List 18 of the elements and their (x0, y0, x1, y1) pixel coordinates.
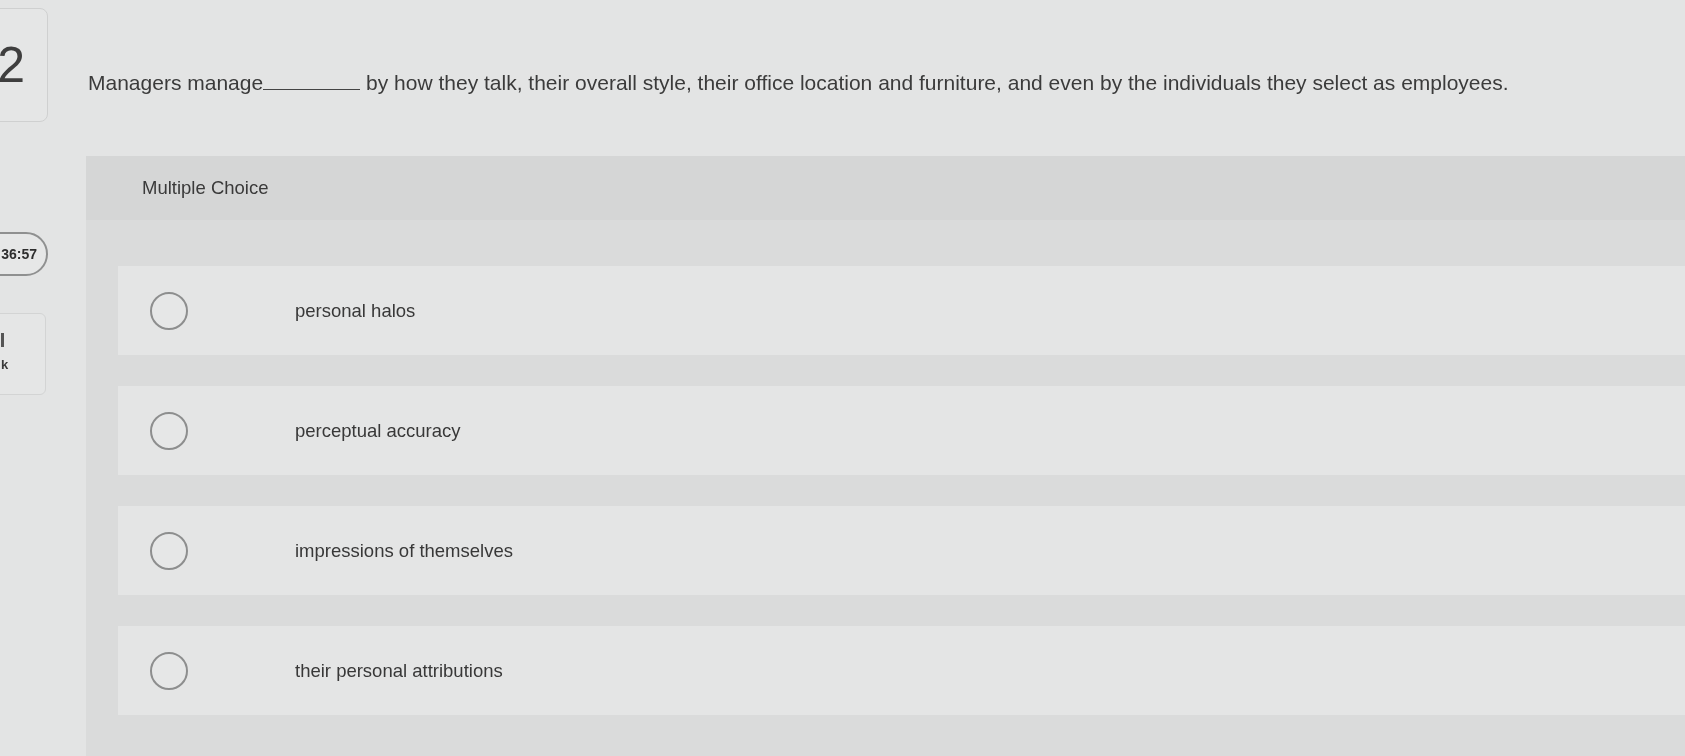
radio-button[interactable] (150, 651, 188, 690)
option-label: personal halos (295, 299, 416, 322)
option-label: impressions of themselves (295, 539, 513, 562)
timer: 36:57 (0, 232, 48, 276)
question-text: Managers manage by how they talk, their overall style, their office location and furniture, and even by the individuals they select as employees. (88, 70, 1509, 96)
sidebar-link[interactable]: k (0, 313, 46, 395)
answer-option[interactable]: their personal attributions (118, 626, 1685, 715)
option-label: perceptual accuracy (295, 419, 461, 442)
panel-title: Multiple Choice (142, 177, 269, 199)
radio-button[interactable] (150, 291, 188, 330)
answer-option[interactable]: impressions of themselves (118, 506, 1685, 595)
answer-option[interactable]: perceptual accuracy (118, 386, 1685, 475)
bar-icon (1, 333, 4, 347)
option-label: their personal attributions (295, 659, 503, 682)
radio-button[interactable] (150, 531, 188, 570)
answer-option[interactable]: personal halos (118, 266, 1685, 355)
radio-button[interactable] (150, 411, 188, 450)
question-number: 2 (0, 40, 25, 90)
